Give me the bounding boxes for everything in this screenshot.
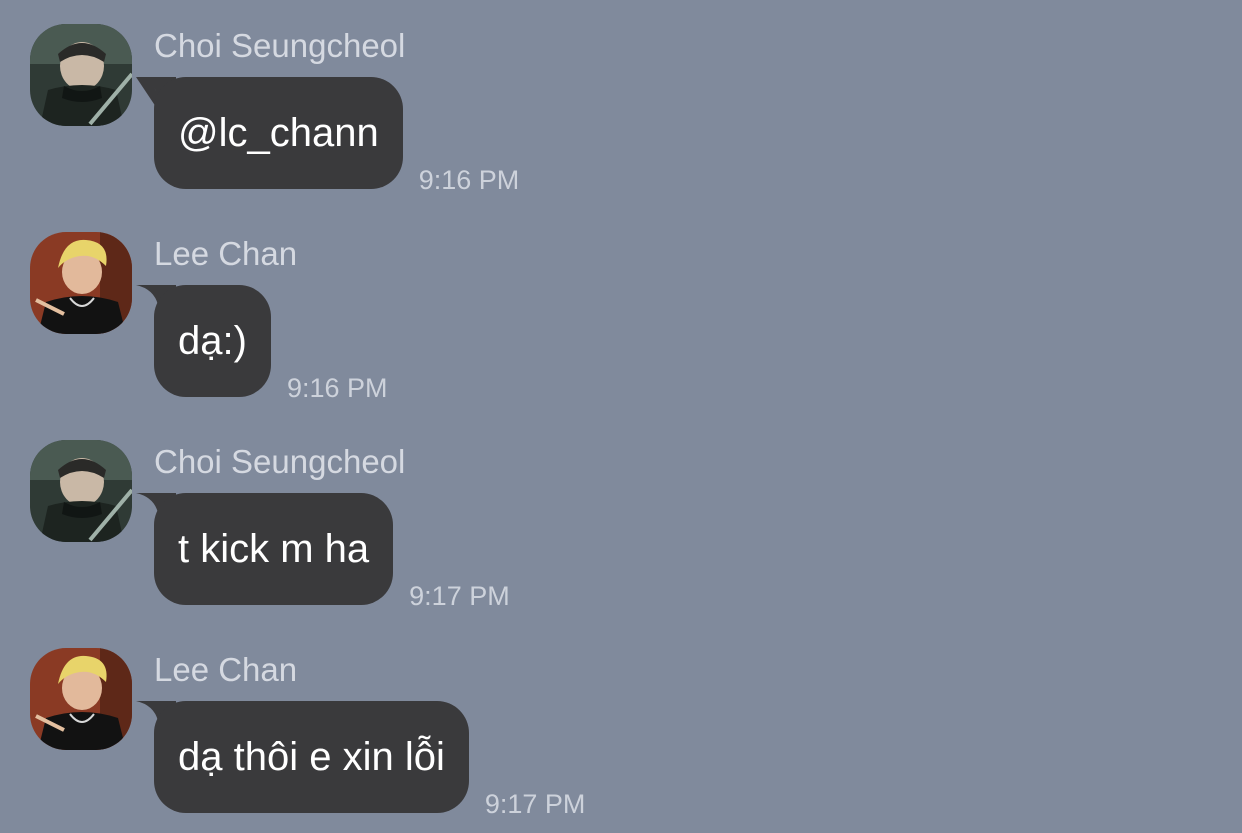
chat-thread: Choi Seungcheol @lc_chann 9:16 PM Lee Ch…	[0, 0, 1242, 833]
avatar[interactable]	[30, 648, 132, 750]
message-text: t kick m ha	[178, 527, 370, 571]
message-time: 9:16 PM	[418, 165, 520, 195]
avatar[interactable]	[30, 440, 132, 542]
message-row: Choi Seungcheol @lc_chann 9:16 PM	[0, 0, 1242, 200]
sender-name: Choi Seungcheol	[154, 443, 406, 480]
message-bubble-wrap: dạ thôi e xin lỗi 9:17 PM	[136, 701, 585, 819]
message-bubble[interactable]: dạ thôi e xin lỗi 9:17 PM	[154, 701, 585, 819]
message-text: dạ thôi e xin lỗi	[178, 735, 445, 779]
message-row: Lee Chan dạ thôi e xin lỗi 9:17 PM	[0, 624, 1242, 824]
user-avatar-icon	[30, 232, 132, 334]
sender-name: Lee Chan	[154, 235, 298, 272]
message-row: Choi Seungcheol t kick m ha 9:17 PM	[0, 416, 1242, 616]
avatar[interactable]	[30, 232, 132, 334]
sender-name: Lee Chan	[154, 651, 298, 688]
avatar[interactable]	[30, 24, 132, 126]
sender-name: Choi Seungcheol	[154, 27, 406, 64]
message-time: 9:17 PM	[484, 789, 586, 819]
message-time: 9:17 PM	[409, 581, 510, 611]
user-avatar-icon	[30, 24, 132, 126]
message-bubble-wrap: t kick m ha 9:17 PM	[136, 493, 510, 611]
message-bubble[interactable]: dạ:) 9:16 PM	[154, 285, 388, 403]
message-bubble-wrap: dạ:) 9:16 PM	[136, 285, 388, 403]
message-bubble[interactable]: @lc_chann 9:16 PM	[154, 77, 519, 195]
user-avatar-icon	[30, 440, 132, 542]
message-text: @lc_chann	[178, 111, 379, 155]
message-row: Lee Chan dạ:) 9:16 PM	[0, 208, 1242, 408]
message-text: dạ:)	[178, 319, 247, 363]
message-bubble[interactable]: t kick m ha 9:17 PM	[154, 493, 510, 611]
message-bubble-wrap: @lc_chann 9:16 PM	[136, 77, 519, 195]
user-avatar-icon	[30, 648, 132, 750]
message-time: 9:16 PM	[286, 373, 388, 403]
